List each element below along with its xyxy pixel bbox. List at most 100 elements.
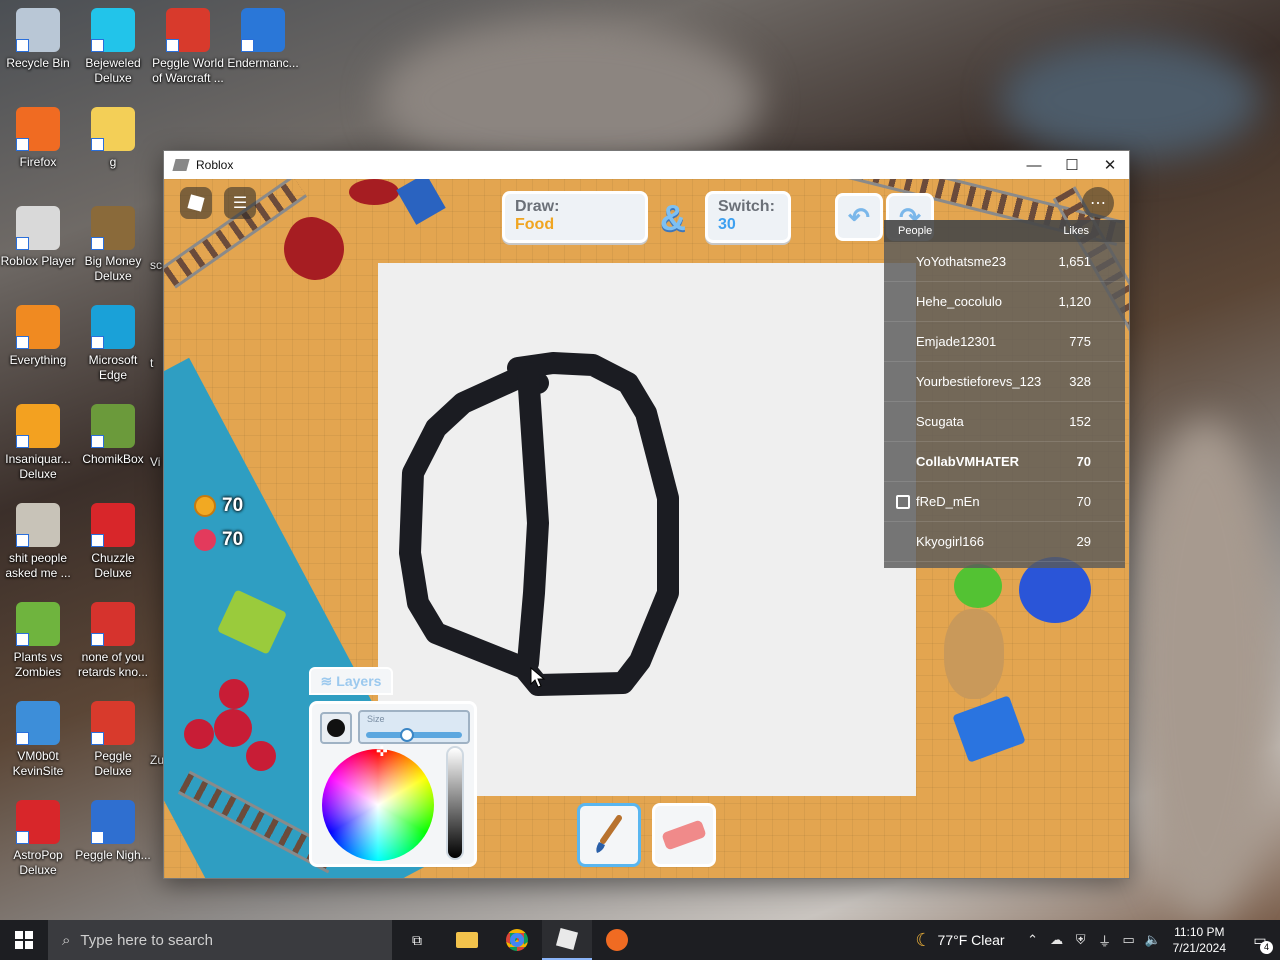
desktop-icon-label: Endermanc... — [227, 56, 299, 70]
player-name: Scugata — [916, 414, 964, 429]
desktop-icon[interactable]: Microsoft Edge — [75, 305, 151, 383]
roblox-window[interactable]: Roblox — ☐ ✕ ☰ ⋯ Draw: Food & Switch: 30… — [163, 150, 1130, 879]
close-button[interactable]: ✕ — [1091, 151, 1129, 179]
security-icon[interactable]: ⛨ — [1069, 932, 1093, 948]
player-likes: 1,651 — [1058, 254, 1091, 269]
leaderboard-row[interactable]: YoYothatsme23 1,651 — [884, 242, 1125, 282]
desktop-icon[interactable]: Insaniquar... Deluxe — [0, 404, 76, 482]
game-viewport[interactable]: ☰ ⋯ Draw: Food & Switch: 30 ↶ ↷ 70 70 Pe… — [164, 179, 1129, 878]
desktop-icon-label: Firefox — [19, 155, 57, 169]
roblox-icon — [555, 927, 579, 951]
volume-muted-icon[interactable]: 🔈 — [1141, 932, 1165, 948]
undo-button[interactable]: ↶ — [835, 193, 883, 241]
show-hidden-icons-button[interactable]: ⌃ — [1021, 932, 1045, 948]
player-likes: 775 — [1069, 334, 1091, 349]
red-toy — [349, 179, 399, 205]
desktop-icon[interactable]: Everything — [0, 305, 76, 368]
desktop-icon-label[interactable]: Vi — [150, 455, 164, 470]
desktop-icon[interactable]: Roblox Player — [0, 206, 76, 269]
leaderboard-row[interactable]: CollabVMHATER 70 — [884, 442, 1125, 482]
task-view-button[interactable]: ⧉ — [392, 920, 442, 960]
switch-value: 30 — [718, 216, 736, 233]
desktop-icon-label[interactable]: t — [150, 356, 164, 371]
desktop-icon[interactable]: g — [75, 107, 151, 170]
clock-date: 7/21/2024 — [1172, 941, 1226, 955]
desktop-icon[interactable]: Big Money Deluxe — [75, 206, 151, 284]
eraser-tool-button[interactable] — [652, 803, 716, 867]
minimize-button[interactable]: — — [1015, 151, 1053, 179]
hearts-value: 70 — [222, 529, 244, 550]
maximize-button[interactable]: ☐ — [1053, 151, 1091, 179]
file-explorer-button[interactable] — [442, 920, 492, 960]
current-color-swatch[interactable] — [320, 712, 352, 744]
task-view-icon: ⧉ — [412, 931, 422, 948]
brightness-slider[interactable] — [446, 746, 464, 860]
leaderboard-row[interactable]: fReD_mEn 70 — [884, 482, 1125, 522]
desktop-icon[interactable]: none of you retards kno... — [75, 602, 151, 680]
start-button[interactable] — [0, 920, 48, 960]
usb-icon[interactable]: ⏚ — [1093, 931, 1117, 950]
desktop-icon-label: Chuzzle Deluxe — [91, 551, 135, 580]
draw-label: Draw: — [515, 198, 560, 215]
leaderboard-row[interactable]: Hehe_cocolulo 1,120 — [884, 282, 1125, 322]
desktop-icon[interactable]: Firefox — [0, 107, 76, 170]
desktop-icon[interactable]: AstroPop Deluxe — [0, 800, 76, 878]
orange-app-icon — [606, 929, 628, 951]
desktop-icon-label[interactable]: sc — [150, 258, 164, 273]
desktop-icon[interactable]: Plants vs Zombies — [0, 602, 76, 680]
desktop-icon-label[interactable]: Zu — [150, 753, 164, 768]
wallpaper — [1130, 420, 1280, 920]
layers-tab[interactable]: ≋ Layers — [309, 667, 393, 695]
desktop-icon-label: Roblox Player — [0, 254, 76, 268]
layers-icon: ≋ — [320, 672, 333, 689]
notification-center-button[interactable]: ▭ 4 — [1240, 920, 1280, 960]
app-taskbar-button[interactable] — [592, 920, 642, 960]
taskbar: ⌕ Type here to search ⧉ ☾ 77°F Clear ⌃ ☁… — [0, 920, 1280, 960]
chat-button[interactable]: ☰ — [224, 187, 256, 219]
desktop-icon[interactable]: Bejeweled Deluxe — [75, 8, 151, 86]
desktop-icon-label: Big Money Deluxe — [84, 254, 142, 283]
more-button[interactable]: ⋯ — [1082, 187, 1114, 219]
green-ball-toy — [954, 564, 1002, 608]
window-title: Roblox — [196, 158, 234, 172]
clock-time: 11:10 PM — [1174, 925, 1225, 939]
desktop-icon[interactable]: shit people asked me ... — [0, 503, 76, 581]
clock[interactable]: 11:10 PM 7/21/2024 — [1173, 924, 1226, 956]
fish-icon — [16, 404, 60, 448]
roblox-menu-button[interactable] — [180, 187, 212, 219]
desktop-icon[interactable]: Recycle Bin — [0, 8, 76, 71]
desktop-icon[interactable]: Endermanc... — [225, 8, 301, 71]
desktop-icon[interactable]: Peggle Deluxe — [75, 701, 151, 779]
more-icon: ⋯ — [1090, 195, 1106, 212]
desktop-icon-label: g — [109, 155, 117, 169]
leaderboard-row[interactable]: Kkyogirl166 29 — [884, 522, 1125, 562]
title-bar[interactable]: Roblox — ☐ ✕ — [164, 151, 1129, 179]
money-bag-icon — [91, 206, 135, 250]
player-likes: 1,120 — [1058, 294, 1091, 309]
desktop-icon[interactable]: Peggle Nigh... — [75, 800, 151, 863]
desktop-icon[interactable]: ChomikBox — [75, 404, 151, 467]
weather-widget[interactable]: ☾ 77°F Clear — [915, 930, 1004, 951]
brush-tool-button[interactable] — [577, 803, 641, 867]
desktop-icon[interactable]: Chuzzle Deluxe — [75, 503, 151, 581]
size-slider-knob[interactable] — [400, 728, 415, 742]
windows-logo-icon — [15, 931, 33, 949]
network-icon[interactable]: ▭ — [1117, 932, 1141, 948]
chrome-button[interactable] — [492, 920, 542, 960]
desktop-icon[interactable]: Peggle World of Warcraft ... — [150, 8, 226, 86]
brush-size-slider[interactable]: Size — [358, 710, 470, 744]
taskbar-search-box[interactable]: ⌕ Type here to search — [48, 920, 392, 960]
search-icon: ⌕ — [62, 931, 71, 949]
leaderboard-row[interactable]: Yourbestieforevs_123 328 — [884, 362, 1125, 402]
color-wheel[interactable] — [322, 749, 434, 861]
roblox-taskbar-button[interactable] — [542, 920, 592, 960]
astropop-icon — [16, 800, 60, 844]
cloud-icon[interactable]: ☁ — [1045, 932, 1069, 948]
desktop-icon[interactable]: VM0b0t KevinSite — [0, 701, 76, 779]
leaderboard-row[interactable]: Emjade12301 775 — [884, 322, 1125, 362]
player-name: fReD_mEn — [916, 494, 980, 509]
window-icon — [241, 8, 285, 52]
system-tray: ☾ 77°F Clear ⌃ ☁ ⛨ ⏚ ▭ 🔈 11:10 PM 7/21/2… — [915, 920, 1280, 960]
leaderboard-row[interactable]: Scugata 152 — [884, 402, 1125, 442]
premium-badge-icon — [896, 494, 910, 509]
